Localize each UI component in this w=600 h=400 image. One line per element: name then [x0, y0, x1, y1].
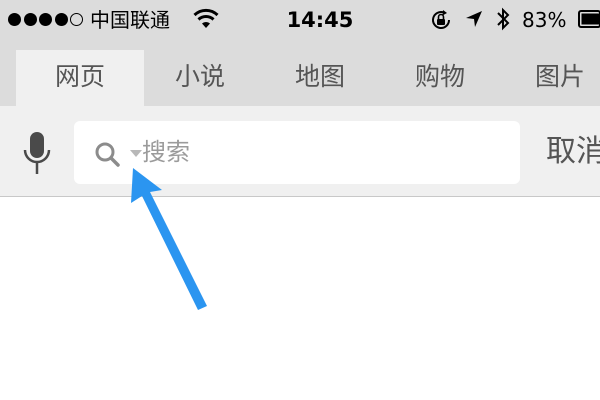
microphone-icon[interactable] — [20, 130, 54, 180]
signal-dot — [70, 13, 83, 26]
rotation-lock-icon — [429, 8, 453, 36]
battery-percent: 83% — [522, 8, 567, 32]
cancel-button[interactable]: 取消 — [546, 132, 600, 172]
wifi-icon — [193, 8, 219, 34]
signal-dot — [54, 13, 68, 26]
search-category-tabs: 网页 小说 地图 购物 图片 — [0, 40, 600, 106]
signal-dot — [8, 13, 21, 26]
chevron-down-icon[interactable] — [130, 150, 142, 157]
search-input[interactable] — [142, 129, 502, 175]
battery-icon — [578, 10, 600, 32]
search-icon — [94, 141, 122, 173]
tab-novel[interactable]: 小说 — [152, 50, 248, 106]
search-box[interactable] — [74, 121, 520, 184]
signal-dot — [23, 13, 37, 26]
status-time: 14:45 — [286, 8, 354, 32]
carrier-name: 中国联通 — [90, 8, 170, 32]
search-bar-row: 取消 — [0, 106, 600, 197]
signal-dot — [39, 13, 52, 26]
tab-map[interactable]: 地图 — [272, 50, 368, 106]
tab-shopping[interactable]: 购物 — [392, 50, 488, 106]
location-arrow-icon — [464, 9, 484, 33]
bluetooth-icon — [495, 6, 511, 36]
tab-images[interactable]: 图片 — [512, 50, 600, 106]
status-bar: 中国联通 14:45 83% — [0, 0, 600, 40]
tab-web[interactable]: 网页 — [16, 50, 144, 106]
